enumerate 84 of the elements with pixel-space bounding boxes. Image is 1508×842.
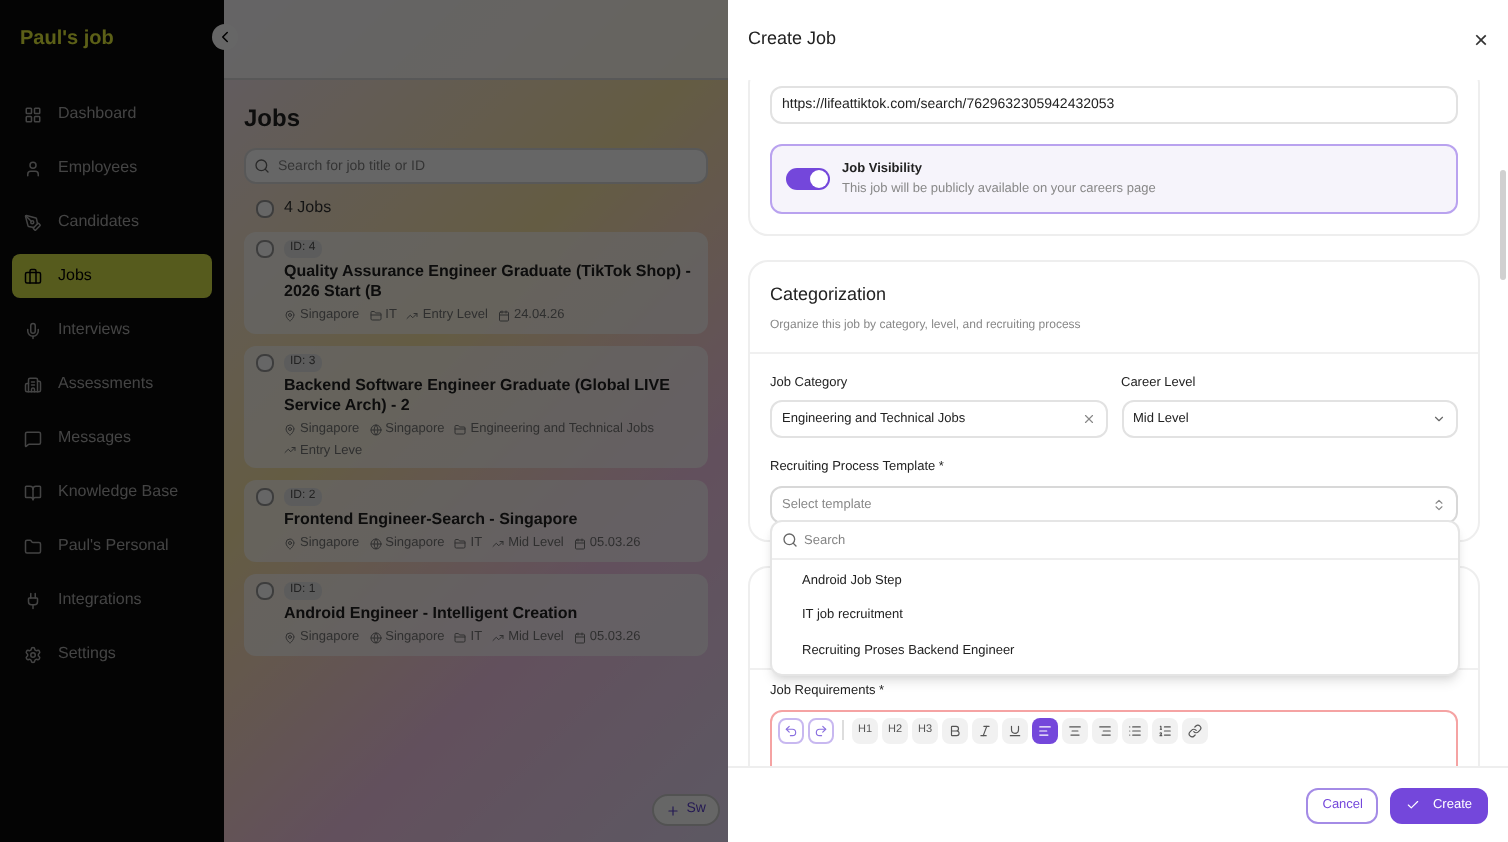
user-icon [24,159,42,177]
job-title: Frontend Engineer-Search - Singapore [284,510,580,531]
nav-item[interactable]: Assessments [12,362,212,406]
pin-icon [284,538,296,551]
grid-icon [24,105,42,123]
toolbar-button[interactable] [1032,717,1058,744]
job-title: Android Engineer - Intelligent Creation [284,604,580,624]
clear-icon[interactable] [1081,412,1095,427]
underline-icon [1008,723,1022,738]
nav-item[interactable]: Interviews [12,308,212,352]
checkbox[interactable] [256,240,274,258]
job-title: Backend Software Engineer Graduate (Global LIVE Service Arch) - 2 [284,375,672,416]
drawer-title: Create Job [748,26,837,53]
toolbar-button[interactable] [1002,717,1028,744]
calendar-icon [573,631,586,644]
trend-icon [492,631,505,644]
nav-item[interactable]: Employees [12,146,212,190]
pen-icon [24,213,42,231]
align-right-icon [1098,723,1112,738]
nav-item[interactable]: Candidates [12,200,212,244]
globe-icon [369,631,382,644]
pin-icon [284,631,296,644]
nav-item[interactable]: Knowledge Base [12,470,212,514]
message-icon [24,429,42,447]
checkbox[interactable] [256,488,274,507]
folder-icon [454,538,467,551]
chevron-down-icon [1432,412,1446,427]
undo-icon [784,723,798,738]
page-title: Jobs [244,102,303,136]
nav-item[interactable]: Messages [12,416,212,460]
close-button[interactable]: × [1473,28,1488,52]
checkbox[interactable] [256,353,274,372]
trend-icon [406,309,419,322]
folder-icon [369,309,382,322]
align-left-icon [1038,723,1052,738]
visibility-toggle[interactable] [786,168,830,190]
job-count: 4 Jobs [284,196,332,220]
up-down-icon [1432,498,1446,512]
nav-item[interactable]: Integrations [12,578,212,622]
bullet-list-icon [1128,723,1142,738]
toolbar-button[interactable] [1092,717,1118,744]
checkbox[interactable] [256,582,274,600]
folder-icon [454,631,467,644]
brand-name: Paul's job [18,26,116,54]
book-icon [24,483,42,501]
search-icon [782,532,798,548]
toolbar-button[interactable] [972,717,998,744]
calendar-icon [573,538,586,551]
pin-icon [284,423,296,436]
calendar-icon [497,309,510,322]
nav-item[interactable]: Jobs [12,254,212,298]
check-icon [1406,798,1421,812]
briefcase-icon [24,267,42,285]
pin-icon [284,309,296,322]
italic-icon [978,723,992,738]
nav-item[interactable]: Settings [12,632,212,676]
search-icon [254,158,270,174]
trend-icon [284,444,296,457]
trend-icon [492,538,505,551]
toolbar-button[interactable] [1152,717,1178,744]
globe-icon [369,538,382,551]
chevron-left-icon [216,28,234,46]
section-title: Categorization [770,282,889,308]
redo-icon [814,723,828,738]
align-center-icon [1068,723,1082,738]
numbered-list-icon [1158,723,1172,738]
nav-item[interactable]: Paul's Personal [12,524,212,568]
checkbox[interactable] [256,199,274,217]
toolbar-button[interactable] [942,717,968,744]
toolbar-button[interactable] [1062,717,1088,744]
nav-item[interactable]: Dashboard [12,92,212,136]
bold-icon [948,723,962,738]
job-title: Quality Assurance Engineer Graduate (TikTok Shop) - 2026 Start (B [284,262,693,302]
folder-icon [454,423,467,436]
plug-icon [24,591,42,609]
globe-icon [369,423,382,436]
link-icon [1188,723,1202,738]
building-icon [24,375,42,393]
plus-icon [666,803,681,817]
microphone-icon [24,321,42,339]
settings-icon [24,645,42,663]
toolbar-button[interactable] [1182,717,1208,744]
folder-icon [24,537,42,555]
scrollbar-thumb[interactable] [1500,170,1506,280]
